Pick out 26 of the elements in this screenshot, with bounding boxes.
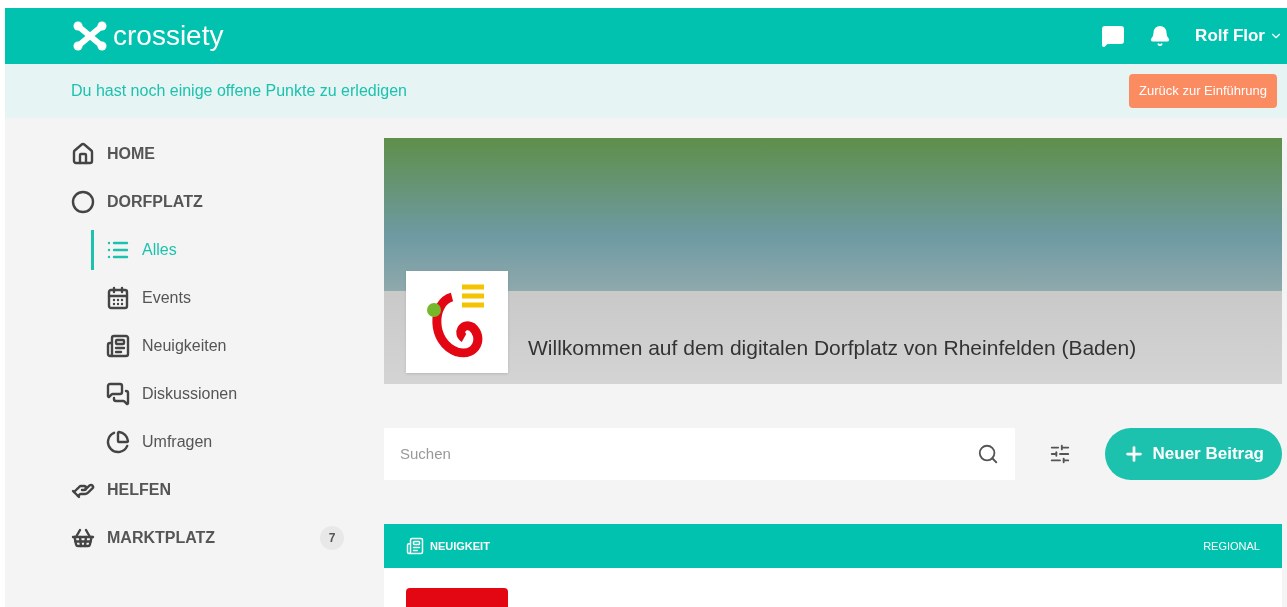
chat-bubbles-icon [106,382,130,406]
search-field[interactable]: Suchen [384,427,1015,480]
pie-chart-icon [106,430,130,454]
filter-icon[interactable] [1048,442,1071,465]
calendar-icon [106,286,130,310]
brand-name: crossiety [113,19,224,53]
sidebar-item[interactable]: HOME [107,142,155,166]
sidebar-item[interactable]: MARKTPLATZ [107,526,216,550]
logo-icon [73,21,107,51]
search-icon[interactable] [976,442,999,465]
count-badge: 7 [320,526,344,550]
sidebar-item[interactable]: DORFPLATZ [107,190,203,214]
sidebar-item[interactable]: Neuigkeiten [142,334,227,358]
sidebar-item[interactable]: Umfragen [142,430,213,454]
home-icon [71,142,95,166]
sidebar-item[interactable]: HELFEN [107,478,171,502]
newspaper-icon [106,334,130,358]
banner-title: Willkommen auf dem digitalen Dorfplatz von Rheinfelden (Baden) [528,335,1137,362]
sidebar-item[interactable]: Events [142,286,191,310]
sidebar-item[interactable]: Diskussionen [142,382,238,406]
post-type: NEUIGKEIT [430,538,490,554]
post-scope: REGIONAL [1203,538,1260,554]
circle-icon [71,190,95,214]
basket-icon [71,526,95,550]
newspaper-icon [406,537,424,555]
notice-text: Du hast noch einige offene Punkte zu erledigen [71,81,407,101]
